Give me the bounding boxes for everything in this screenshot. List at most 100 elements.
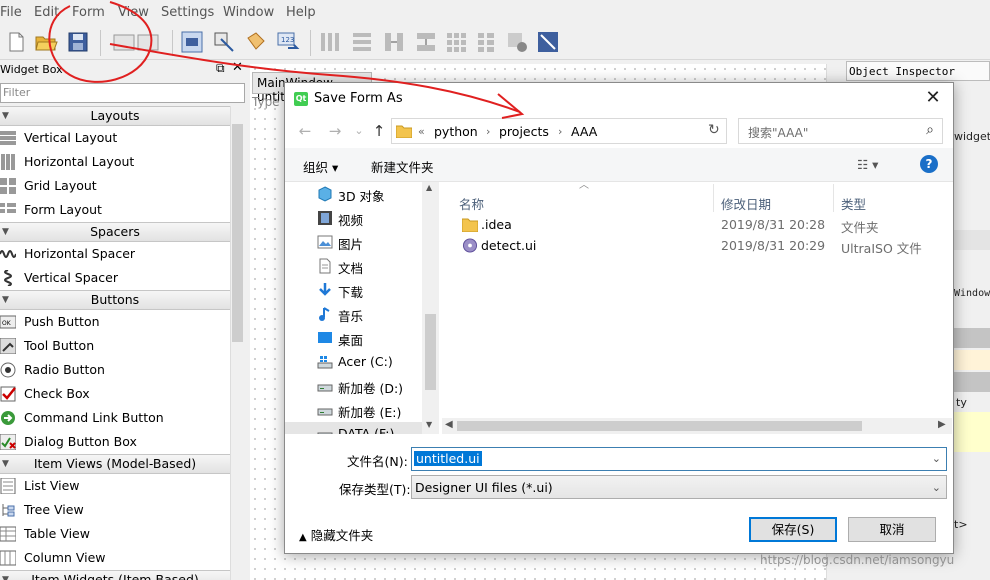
collapse-arrow-icon[interactable]: ▼ xyxy=(2,291,9,309)
nav-item-drive-e[interactable]: 新加卷 (E:) xyxy=(285,398,425,422)
nav-item-videos[interactable]: 视频 xyxy=(285,206,425,230)
widget-horizontal-layout[interactable]: Horizontal Layout xyxy=(0,150,230,174)
back-arrow-icon[interactable]: ← xyxy=(295,121,315,141)
category-item-views[interactable]: ▼ Item Views (Model-Based) xyxy=(0,454,230,474)
nav-item-downloads[interactable]: 下载 xyxy=(285,278,425,302)
scroll-left-icon[interactable]: ◀ xyxy=(445,419,453,430)
menu-file[interactable]: File xyxy=(0,5,22,20)
layout-splitter-h-icon[interactable] xyxy=(382,30,406,54)
widget-push-button[interactable]: OK Push Button xyxy=(0,310,230,334)
column-divider[interactable] xyxy=(833,184,834,212)
cancel-button[interactable]: 取消 xyxy=(848,517,936,542)
nav-item-music[interactable]: 音乐 xyxy=(285,302,425,326)
nav-item-drive-d[interactable]: 新加卷 (D:) xyxy=(285,374,425,398)
widget-vertical-layout[interactable]: Vertical Layout xyxy=(0,126,230,150)
column-header-name[interactable]: 名称 xyxy=(459,194,484,213)
chevron-right-icon[interactable]: › xyxy=(486,125,490,138)
new-folder-button[interactable]: 新建文件夹 xyxy=(371,157,434,176)
nav-item-pictures[interactable]: 图片 xyxy=(285,230,425,254)
layout-splitter-v-icon[interactable] xyxy=(414,30,438,54)
file-row[interactable]: .idea 2019/8/31 20:28 文件夹 xyxy=(442,214,952,235)
organize-menu[interactable]: 组织 ▾ xyxy=(303,157,338,176)
widget-form-layout[interactable]: Form Layout xyxy=(0,198,230,222)
widget-table-view[interactable]: Table View xyxy=(0,522,230,546)
layout-form-icon[interactable] xyxy=(474,30,498,54)
edit-widgets-icon[interactable] xyxy=(180,30,204,54)
menu-form[interactable]: Form xyxy=(72,5,105,20)
scroll-right-icon[interactable]: ▶ xyxy=(938,419,946,430)
help-icon[interactable]: ? xyxy=(920,155,938,173)
breadcrumb-python[interactable]: python xyxy=(434,124,478,139)
file-row[interactable]: detect.ui 2019/8/31 20:29 UltraISO 文件 xyxy=(442,235,952,256)
nav-item-documents[interactable]: 文档 xyxy=(285,254,425,278)
widget-tool-button[interactable]: Tool Button xyxy=(0,334,230,358)
widget-tree-view[interactable]: Tree View xyxy=(0,498,230,522)
widget-radio-button[interactable]: Radio Button xyxy=(0,358,230,382)
layout-vertical-icon[interactable] xyxy=(350,30,374,54)
path-overflow[interactable]: « xyxy=(418,125,425,138)
up-arrow-icon[interactable]: ↑ xyxy=(369,121,389,141)
hide-folders-toggle[interactable]: ▲ 隐藏文件夹 xyxy=(299,525,373,544)
search-icon[interactable]: ⌕ xyxy=(926,122,934,138)
open-folder-icon[interactable] xyxy=(34,30,58,54)
layout-grid-icon[interactable] xyxy=(444,30,468,54)
chevron-right-icon[interactable]: › xyxy=(558,125,562,138)
nav-scrollbar[interactable]: ▲ ▼ xyxy=(422,182,439,434)
widget-command-link-button[interactable]: Command Link Button xyxy=(0,406,230,430)
menu-help[interactable]: Help xyxy=(286,5,316,20)
nav-item-3d-objects[interactable]: 3D 对象 xyxy=(285,182,425,206)
nav-item-drive-c[interactable]: Acer (C:) xyxy=(285,350,425,374)
widget-column-view[interactable]: Column View xyxy=(0,546,230,570)
search-input[interactable]: 搜索"AAA" ⌕ xyxy=(738,118,943,144)
widget-filter-input[interactable]: Filter xyxy=(0,83,245,103)
collapse-arrow-icon[interactable]: ▼ xyxy=(2,107,9,125)
recent-dropdown-icon[interactable]: ⌄ xyxy=(349,121,369,141)
refresh-icon[interactable]: ↻ xyxy=(708,122,720,138)
breadcrumb-aaa[interactable]: AAA xyxy=(571,124,597,139)
nav-item-drive-f[interactable]: DATA (F:) xyxy=(285,422,425,434)
column-header-type[interactable]: 类型 xyxy=(841,194,866,213)
collapse-arrow-icon[interactable]: ▼ xyxy=(2,223,9,241)
category-buttons[interactable]: ▼ Buttons xyxy=(0,290,230,310)
chevron-down-icon[interactable]: ⌄ xyxy=(932,481,941,494)
category-spacers[interactable]: ▼ Spacers xyxy=(0,222,230,242)
file-list-scroll-thumb[interactable] xyxy=(457,421,862,431)
menu-view[interactable]: View xyxy=(118,5,149,20)
menu-window[interactable]: Window xyxy=(223,5,274,20)
filename-field[interactable]: untitled.ui ⌄ xyxy=(411,447,947,471)
collapse-arrow-icon[interactable]: ▼ xyxy=(2,455,9,473)
save-button[interactable]: 保存(S) xyxy=(749,517,837,542)
menu-edit[interactable]: Edit xyxy=(34,5,59,20)
widget-vertical-spacer[interactable]: Vertical Spacer xyxy=(0,266,230,290)
nav-scroll-thumb[interactable] xyxy=(425,314,436,390)
scroll-down-icon[interactable]: ▼ xyxy=(426,420,432,429)
breadcrumb-projects[interactable]: projects xyxy=(499,124,549,139)
edit-tab-order-icon[interactable]: 123 xyxy=(276,30,300,54)
edit-buddies-icon[interactable] xyxy=(244,30,268,54)
nav-item-desktop[interactable]: 桌面 xyxy=(285,326,425,350)
chevron-down-icon[interactable]: ⌄ xyxy=(932,452,941,465)
break-layout-icon[interactable] xyxy=(505,30,529,54)
adjust-size-icon[interactable] xyxy=(536,30,560,54)
category-item-widgets[interactable]: ▼ Item Widgets (Item-Based) xyxy=(0,570,230,580)
category-layouts[interactable]: ▼ Layouts xyxy=(0,106,230,126)
column-divider[interactable] xyxy=(713,184,714,212)
float-icon[interactable]: ⧉ xyxy=(216,61,225,76)
close-icon[interactable]: ✕ xyxy=(232,60,243,75)
filetype-select[interactable]: Designer UI files (*.ui) ⌄ xyxy=(411,475,947,499)
layout-horizontal-icon[interactable] xyxy=(318,30,342,54)
widget-box-scroll-thumb[interactable] xyxy=(232,124,243,342)
forward-arrow-icon[interactable]: → xyxy=(325,121,345,141)
view-options-icon[interactable]: ☷ ▾ xyxy=(857,157,878,172)
widget-horizontal-spacer[interactable]: Horizontal Spacer xyxy=(0,242,230,266)
filename-value[interactable]: untitled.ui xyxy=(414,451,482,466)
menu-settings[interactable]: Settings xyxy=(161,5,214,20)
address-bar[interactable]: « python › projects › AAA ⌄ ↻ xyxy=(391,118,800,144)
close-icon[interactable]: ✕ xyxy=(913,83,953,114)
widget-dialog-button-box[interactable]: Dialog Button Box xyxy=(0,430,230,454)
widget-check-box[interactable]: Check Box xyxy=(0,382,230,406)
form-windows-icon[interactable] xyxy=(110,30,162,54)
edit-signals-icon[interactable] xyxy=(212,30,236,54)
new-file-icon[interactable] xyxy=(4,30,28,54)
widget-grid-layout[interactable]: Grid Layout xyxy=(0,174,230,198)
